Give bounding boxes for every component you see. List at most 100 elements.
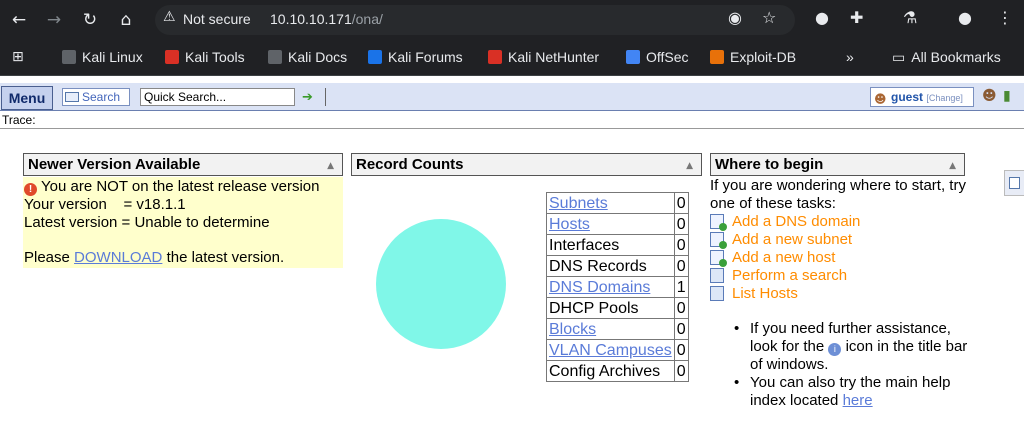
kali-dragon-icon <box>62 50 76 64</box>
apps-grid-icon[interactable]: ⊞ <box>12 49 24 65</box>
table-row: DHCP Pools 0 <box>546 297 689 319</box>
kali-docs-icon <box>268 50 282 64</box>
admin-user-icon[interactable]: ☻ <box>982 88 997 104</box>
collapse-triangle-icon[interactable]: ▲ <box>949 156 956 177</box>
change-user-link[interactable]: [Change] <box>926 93 963 103</box>
where-to-begin-title: Where to begin <box>715 156 824 173</box>
bookmark-kali-nethunter[interactable]: Kali NetHunter <box>488 49 599 65</box>
where-to-begin-header[interactable]: Where to begin ▲ <box>710 153 965 176</box>
user-login-box[interactable]: ☻ guest [Change] <box>870 87 974 107</box>
browser-toolbar: ← → ↻ ⌂ ⚠ Not secure 10.10.10.171/ona/ ◉… <box>0 0 1024 40</box>
search-list-icon <box>710 268 724 283</box>
task-list-hosts[interactable]: List Hosts <box>710 285 798 303</box>
where-to-begin-intro: If you are wondering where to start, try… <box>710 177 966 212</box>
record-counts-title: Record Counts <box>356 156 464 173</box>
offsec-icon <box>626 50 640 64</box>
record-name[interactable]: Hosts <box>546 213 675 235</box>
record-count: 0 <box>673 339 689 361</box>
reload-icon[interactable]: ↻ <box>78 8 102 32</box>
table-row: Interfaces 0 <box>546 234 689 256</box>
help-item: If you need further assistance, look for… <box>734 320 974 374</box>
table-row: DNS Domains 1 <box>546 276 689 298</box>
record-name: Interfaces <box>546 234 675 256</box>
help-index-link[interactable]: here <box>843 392 873 409</box>
cookie-extension-icon[interactable]: ● <box>815 8 829 27</box>
record-count: 0 <box>673 255 689 277</box>
toolbar-divider <box>325 88 326 106</box>
list-icon <box>710 286 724 301</box>
add-document-icon <box>710 250 727 267</box>
collapse-triangle-icon[interactable]: ▲ <box>686 156 693 177</box>
record-name[interactable]: Blocks <box>546 318 675 340</box>
kali-forums-icon <box>368 50 382 64</box>
user-name: guest <box>891 90 924 104</box>
record-count: 0 <box>673 297 689 319</box>
warning-icon: ! <box>24 183 37 196</box>
download-line: Please DOWNLOAD the latest version. <box>24 249 285 266</box>
table-row: Blocks 0 <box>546 318 689 340</box>
more-vert-icon[interactable]: ⋮ <box>997 8 1013 27</box>
bookmark-kali-linux[interactable]: Kali Linux <box>62 49 143 65</box>
address-bar[interactable] <box>155 5 795 35</box>
window-icon <box>1009 177 1020 189</box>
warning-triangle-icon[interactable]: ⚠ <box>163 9 176 25</box>
record-count: 1 <box>673 276 689 298</box>
url-text[interactable]: 10.10.10.171/ona/ <box>270 11 383 27</box>
back-arrow-icon[interactable]: ← <box>7 8 31 32</box>
home-icon[interactable]: ⌂ <box>114 8 138 32</box>
record-name[interactable]: Subnets <box>546 192 675 214</box>
search-button[interactable]: Search <box>62 88 130 106</box>
info-icon: i <box>828 343 842 356</box>
bookmark-kali-docs[interactable]: Kali Docs <box>268 49 347 65</box>
go-arrow-icon[interactable]: ➔ <box>302 90 313 105</box>
kali-tools-icon <box>165 50 179 64</box>
quick-search-input[interactable] <box>140 88 295 106</box>
menu-button[interactable]: Menu <box>1 86 53 110</box>
help-item: You can also try the main help index loc… <box>734 374 974 410</box>
add-document-icon <box>710 232 727 249</box>
record-counts-header[interactable]: Record Counts ▲ <box>351 153 702 176</box>
all-bookmarks-button[interactable]: ▭ All Bookmarks <box>892 49 1001 66</box>
record-name: DHCP Pools <box>546 297 675 319</box>
record-count: 0 <box>673 360 689 382</box>
bookmark-kali-tools[interactable]: Kali Tools <box>165 49 245 65</box>
table-row: DNS Records 0 <box>546 255 689 277</box>
download-link[interactable]: DOWNLOAD <box>74 249 162 266</box>
bookmarks-overflow-button[interactable]: » <box>846 49 854 65</box>
exploit-db-icon <box>710 50 724 64</box>
collapse-triangle-icon[interactable]: ▲ <box>327 156 334 177</box>
task-perform-search[interactable]: Perform a search <box>710 267 847 285</box>
record-count: 0 <box>673 234 689 256</box>
latest-version: Latest version = Unable to determine <box>24 214 270 231</box>
task-add-subnet[interactable]: Add a new subnet <box>710 231 852 249</box>
newer-version-header[interactable]: Newer Version Available ▲ <box>23 153 343 176</box>
your-version: Your version = v18.1.1 <box>24 196 186 213</box>
forward-arrow-icon[interactable]: → <box>42 8 66 32</box>
bookmark-exploit-db[interactable]: Exploit-DB <box>710 49 796 65</box>
task-add-dns-domain[interactable]: Add a DNS domain <box>710 213 860 231</box>
folder-icon: ▭ <box>892 50 906 66</box>
puzzle-icon[interactable]: ✚ <box>850 8 863 27</box>
security-label[interactable]: Not secure <box>183 11 251 27</box>
add-document-icon <box>710 214 727 231</box>
table-row: Config Archives 0 <box>546 360 689 382</box>
star-icon[interactable]: ☆ <box>762 8 776 27</box>
user-icon: ☻ <box>874 92 887 106</box>
record-count: 0 <box>673 213 689 235</box>
trace-bar: Trace: <box>0 112 1024 129</box>
record-name[interactable]: DNS Domains <box>546 276 675 298</box>
search-window-icon <box>65 92 79 102</box>
eye-icon[interactable]: ◉ <box>728 8 742 27</box>
table-row: Hosts 0 <box>546 213 689 235</box>
logout-icon[interactable]: ▮ <box>1003 88 1011 104</box>
record-name[interactable]: VLAN Campuses <box>546 339 675 361</box>
side-panel-tab[interactable] <box>1004 170 1024 196</box>
record-counts-pie <box>376 219 506 349</box>
flask-icon[interactable]: ⚗ <box>903 8 917 27</box>
bookmark-kali-forums[interactable]: Kali Forums <box>368 49 463 65</box>
help-list: If you need further assistance, look for… <box>734 320 974 410</box>
version-warning: ! You are NOT on the latest release versi… <box>24 178 320 196</box>
task-add-host[interactable]: Add a new host <box>710 249 835 267</box>
bookmark-offsec[interactable]: OffSec <box>626 49 689 65</box>
profile-icon[interactable]: ● <box>958 8 972 27</box>
